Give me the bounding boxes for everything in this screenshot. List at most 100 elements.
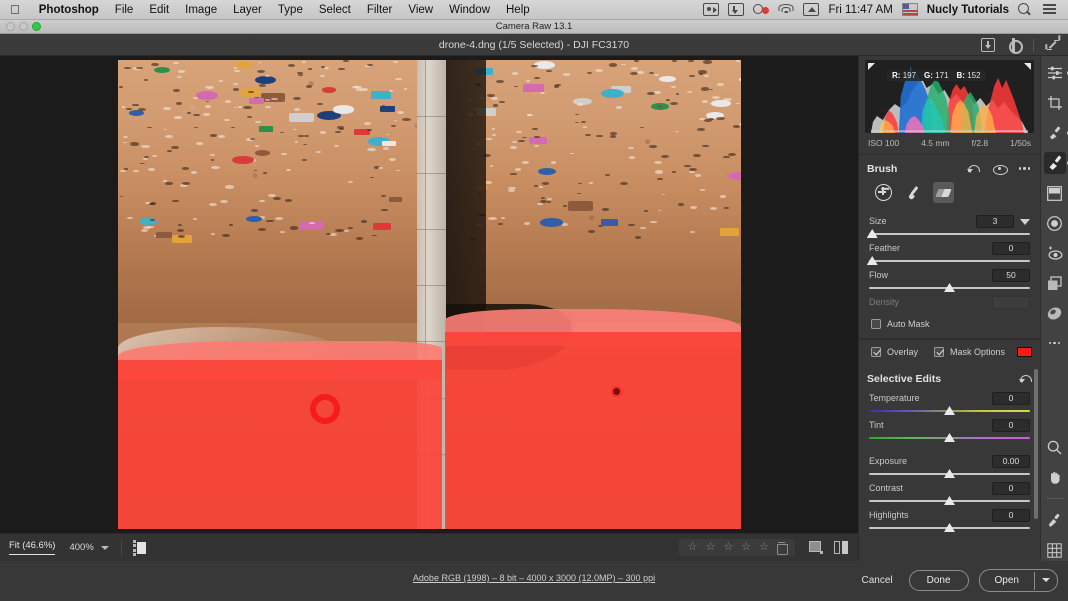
brush-icon[interactable]: [903, 182, 924, 203]
open-button[interactable]: Open: [980, 571, 1034, 590]
screen-record-icon[interactable]: [703, 3, 720, 16]
rating-star-4[interactable]: ☆: [741, 542, 751, 553]
crop-rotate-icon[interactable]: [1044, 92, 1066, 114]
more-options-icon[interactable]: [1019, 162, 1032, 175]
download-icon[interactable]: [728, 3, 745, 16]
menu-item-view[interactable]: View: [400, 4, 441, 16]
selective-edits-scrollbar[interactable]: [1034, 369, 1038, 519]
slider-tint-value[interactable]: 0: [992, 418, 1030, 432]
cancel-button[interactable]: Cancel: [855, 571, 898, 590]
slider-feather-track[interactable]: [866, 256, 1030, 266]
zoom-level-label[interactable]: 400%: [69, 542, 93, 553]
menu-item-filter[interactable]: Filter: [359, 4, 401, 16]
airplay-icon[interactable]: [803, 3, 820, 16]
slider-temperature-track[interactable]: [869, 406, 1030, 416]
mask-options-label: Mask Options: [949, 347, 1005, 357]
hand-tool-icon[interactable]: [1044, 466, 1066, 488]
chevron-down-icon[interactable]: [1035, 570, 1057, 591]
reject-trash-icon[interactable]: [777, 542, 788, 555]
slider-flow-track[interactable]: [869, 283, 1030, 293]
menu-item-layer[interactable]: Layer: [225, 4, 270, 16]
fullscreen-expand-icon[interactable]: [1045, 35, 1061, 52]
tool-rail: [1040, 56, 1068, 561]
menu-item-help[interactable]: Help: [498, 4, 538, 16]
menu-item-select[interactable]: Select: [311, 4, 359, 16]
chevron-down-icon[interactable]: [100, 543, 110, 552]
slider-exposure-value[interactable]: 0.00: [992, 454, 1030, 468]
more-image-settings-icon[interactable]: [1044, 332, 1066, 354]
histogram[interactable]: R: 197 G: 171 B: 152: [865, 60, 1034, 133]
rating-star-3[interactable]: ☆: [723, 542, 733, 553]
histogram-container: R: 197 G: 171 B: 152: [859, 56, 1040, 133]
menu-bar-clock[interactable]: Fri 11:47 AM: [828, 4, 892, 16]
rating-star-2[interactable]: ☆: [706, 542, 716, 553]
red-eye-removal-icon[interactable]: [1044, 242, 1066, 264]
save-image-icon[interactable]: [981, 38, 995, 52]
wifi-icon[interactable]: [778, 3, 794, 16]
slider-size-value[interactable]: 3: [976, 214, 1014, 228]
mask-pin-marker[interactable]: [611, 386, 622, 397]
menu-item-image[interactable]: Image: [177, 4, 225, 16]
zoom-window-button[interactable]: [32, 22, 41, 31]
overlay-checkbox[interactable]: [871, 347, 881, 357]
mask-color-swatch[interactable]: [1017, 347, 1032, 357]
slider-temperature-value[interactable]: 0: [992, 391, 1030, 405]
reset-undo-icon[interactable]: [967, 162, 980, 175]
fit-zoom-label[interactable]: Fit (46.6%): [9, 540, 56, 555]
filmstrip-toggle-icon[interactable]: [132, 539, 146, 556]
spotlight-search-icon[interactable]: [1018, 3, 1034, 16]
presets-icon[interactable]: [1044, 302, 1066, 324]
graduated-filter-icon[interactable]: [1044, 182, 1066, 204]
visibility-eye-icon[interactable]: [993, 162, 1008, 175]
wave-foam: [118, 327, 343, 375]
white-balance-eyedropper-icon[interactable]: [1044, 509, 1066, 531]
photo-preview[interactable]: [118, 60, 741, 529]
chevron-down-icon[interactable]: [1019, 216, 1030, 227]
radial-filter-icon[interactable]: [1044, 212, 1066, 234]
creative-cloud-icon[interactable]: [753, 3, 770, 16]
preferences-gear-icon[interactable]: [1007, 37, 1023, 54]
slider-flow-value[interactable]: 50: [992, 268, 1030, 282]
minimize-window-button[interactable]: [19, 22, 28, 31]
slider-highlights-track[interactable]: [869, 523, 1030, 533]
slider-exposure-track[interactable]: [869, 469, 1030, 479]
menu-item-photoshop[interactable]: Photoshop: [31, 4, 107, 16]
rating-star-5[interactable]: ☆: [759, 542, 769, 553]
eraser-icon[interactable]: [933, 182, 954, 203]
control-center-icon[interactable]: [1043, 3, 1059, 16]
spot-removal-icon[interactable]: [1044, 122, 1068, 144]
edit-sliders-icon[interactable]: [1044, 62, 1068, 84]
slider-feather-value[interactable]: 0: [992, 241, 1030, 255]
canvas-area[interactable]: [0, 56, 858, 533]
auto-mask-checkbox[interactable]: [871, 319, 881, 329]
work-area: Fit (46.6%) 400% ☆ ☆ ☆ ☆ ☆ R: 197 G: 171…: [0, 56, 1068, 561]
right-panel: R: 197 G: 171 B: 152 ISO 100 4.5 mm f/2.…: [858, 56, 1040, 561]
grid-overlay-icon[interactable]: [1044, 539, 1066, 561]
us-flag-icon[interactable]: [901, 3, 918, 16]
menu-item-edit[interactable]: Edit: [141, 4, 177, 16]
slider-tint-track[interactable]: [869, 433, 1030, 443]
done-button[interactable]: Done: [908, 570, 969, 591]
single-view-icon[interactable]: [809, 541, 823, 554]
slider-highlights-value[interactable]: 0: [992, 508, 1030, 522]
slider-contrast-value[interactable]: 0: [992, 481, 1030, 495]
footer-buttons: Cancel Done Open: [855, 569, 1058, 592]
mask-options-checkbox[interactable]: [933, 347, 944, 357]
menu-item-window[interactable]: Window: [441, 4, 498, 16]
add-mask-icon[interactable]: [873, 182, 894, 203]
reset-undo-icon[interactable]: [1019, 372, 1032, 385]
close-window-button[interactable]: [6, 22, 15, 31]
menu-bar-user[interactable]: Nucly Tutorials: [927, 4, 1009, 16]
menu-item-type[interactable]: Type: [270, 4, 311, 16]
selective-edits-panel: Selective Edits Temperature 0 Tint 0 Exp…: [859, 365, 1040, 533]
adjustment-brush-icon[interactable]: [1043, 152, 1068, 174]
slider-contrast-track[interactable]: [869, 496, 1030, 506]
slider-size-track[interactable]: [866, 229, 1030, 239]
camera-raw-header: drone-4.dng (1/5 Selected) - DJI FC3170: [0, 34, 1068, 56]
snapshots-icon[interactable]: [1044, 272, 1066, 294]
rating-star-1[interactable]: ☆: [688, 542, 698, 553]
menu-item-file[interactable]: File: [107, 4, 142, 16]
zoom-tool-icon[interactable]: [1044, 436, 1066, 458]
apple-logo-icon[interactable]: : [10, 3, 20, 16]
before-after-compare-icon[interactable]: [834, 541, 849, 554]
